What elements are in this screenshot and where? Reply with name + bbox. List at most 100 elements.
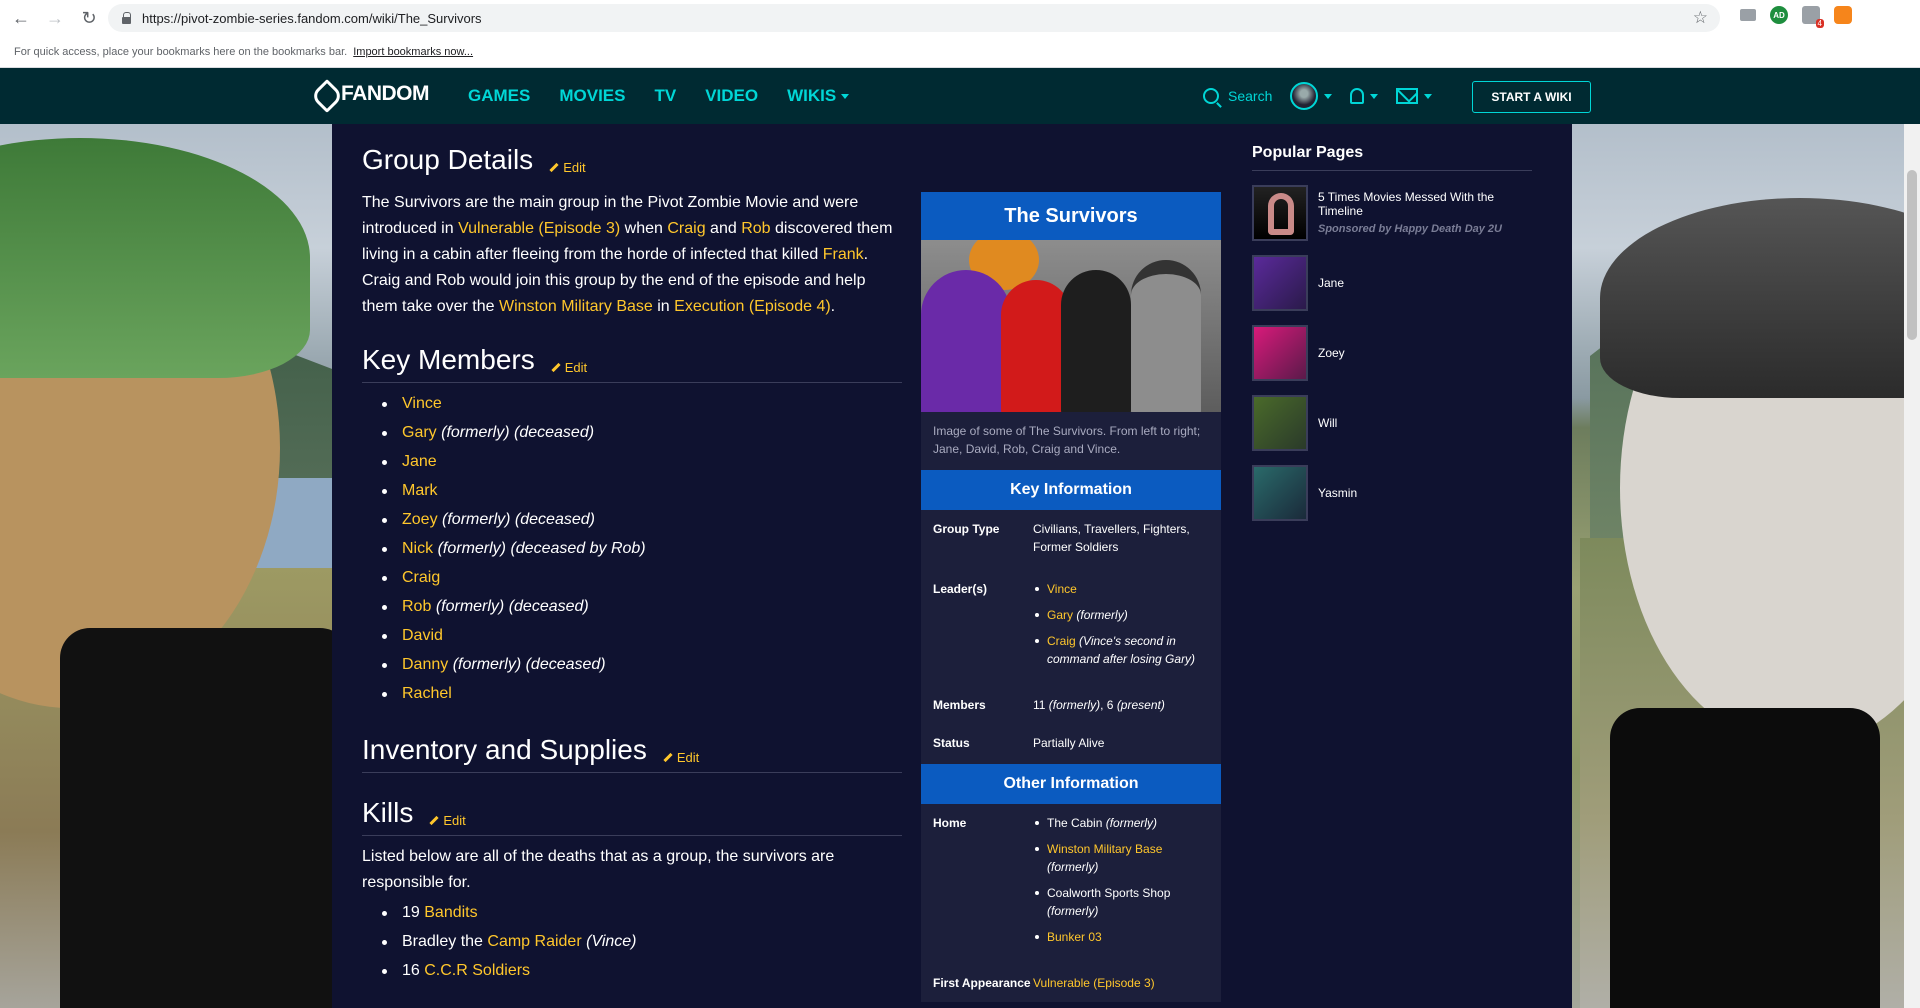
- scrollbar-thumb[interactable]: [1907, 170, 1917, 340]
- fox-extension-icon[interactable]: [1834, 6, 1852, 24]
- nav-link-tv[interactable]: TV: [654, 86, 676, 106]
- popular-pages-rail: Popular Pages 5 Times Movies Messed With…: [1252, 144, 1532, 521]
- bell-icon[interactable]: [1350, 88, 1365, 104]
- text: The Cabin: [1047, 816, 1106, 830]
- row-value: Partially Alive: [1033, 736, 1105, 750]
- member-link[interactable]: Zoey: [402, 511, 438, 528]
- forward-icon[interactable]: →: [42, 5, 68, 31]
- link-winston-military-base[interactable]: Winston Military Base: [1047, 842, 1162, 856]
- member-link[interactable]: Vince: [402, 395, 442, 412]
- popular-page-item[interactable]: Will: [1252, 395, 1532, 451]
- link-vince[interactable]: Vince: [1047, 582, 1077, 596]
- popular-page-title[interactable]: Yasmin: [1318, 486, 1357, 500]
- sponsor-text: Sponsored by Happy Death Day 2U: [1318, 223, 1502, 235]
- popular-page-title[interactable]: Will: [1318, 416, 1337, 430]
- link-rob[interactable]: Rob: [741, 220, 770, 237]
- edit-link[interactable]: Edit: [549, 160, 586, 175]
- member-link[interactable]: Gary: [402, 424, 437, 441]
- member-link[interactable]: Jane: [402, 453, 437, 470]
- lock-icon[interactable]: [122, 12, 132, 24]
- popular-page-item[interactable]: Zoey: [1252, 325, 1532, 381]
- chevron-down-icon[interactable]: [1424, 93, 1433, 99]
- page-scrollbar[interactable]: [1904, 124, 1920, 1008]
- fandom-heart-icon: [313, 82, 337, 106]
- url-text[interactable]: https://pivot-zombie-series.fandom.com/w…: [142, 11, 482, 26]
- link-craig[interactable]: Craig: [1047, 634, 1076, 648]
- popular-page-item[interactable]: Jane: [1252, 255, 1532, 311]
- back-icon[interactable]: ←: [8, 5, 34, 31]
- nav-link-movies[interactable]: MOVIES: [559, 86, 625, 106]
- thumbnail[interactable]: [1252, 465, 1308, 521]
- thumbnail[interactable]: [1252, 185, 1308, 241]
- text: when: [620, 220, 668, 237]
- bookmark-star-icon[interactable]: ☆: [1693, 8, 1708, 28]
- popular-page-title[interactable]: 5 Times Movies Messed With the Timeline: [1318, 190, 1532, 218]
- video-extension-icon[interactable]: [1740, 9, 1756, 21]
- link-craig[interactable]: Craig: [667, 220, 705, 237]
- member-link[interactable]: Mark: [402, 482, 438, 499]
- link-frank[interactable]: Frank: [823, 246, 864, 263]
- infobox-row-first-appearance: First Appearance Vulnerable (Episode 3): [921, 964, 1221, 1002]
- member-link[interactable]: Nick: [402, 540, 433, 557]
- chevron-down-icon: [841, 94, 850, 100]
- text: , 6: [1100, 698, 1117, 712]
- link-camp-raider[interactable]: Camp Raider: [487, 933, 581, 950]
- popular-page-title[interactable]: Zoey: [1318, 346, 1345, 360]
- import-bookmarks-link[interactable]: Import bookmarks now...: [353, 46, 473, 58]
- text: (formerly): [1047, 904, 1099, 918]
- fandom-logo[interactable]: FANDOM: [313, 82, 430, 106]
- edit-link[interactable]: Edit: [663, 750, 699, 765]
- group-details-paragraph: The Survivors are the main group in the …: [362, 190, 902, 320]
- chevron-down-icon[interactable]: [1370, 93, 1379, 99]
- popular-page-item[interactable]: Yasmin: [1252, 465, 1532, 521]
- list-item: Gary (formerly): [1033, 606, 1209, 624]
- adblock-extension-icon[interactable]: AD: [1770, 6, 1788, 24]
- list-item: Craig (Vince's second in command after l…: [1033, 632, 1209, 668]
- puzzle-extension-icon[interactable]: 4: [1802, 6, 1824, 28]
- member-note: (formerly) (deceased by Rob): [437, 540, 646, 557]
- nav-link-games[interactable]: GAMES: [468, 86, 530, 106]
- edit-link[interactable]: Edit: [429, 813, 466, 828]
- section-title: Key Members: [362, 344, 535, 375]
- popular-page-title[interactable]: Jane: [1318, 276, 1344, 290]
- link-ccr-soldiers[interactable]: C.C.R Soldiers: [424, 962, 530, 979]
- search-button[interactable]: Search: [1228, 88, 1272, 104]
- link-bandits[interactable]: Bandits: [424, 904, 477, 921]
- fandom-nav-right: Search: [1203, 68, 1433, 124]
- member-link[interactable]: Rachel: [402, 685, 452, 702]
- member-link[interactable]: Rob: [402, 598, 431, 615]
- thumbnail[interactable]: [1252, 325, 1308, 381]
- start-a-wiki-button[interactable]: START A WIKI: [1472, 81, 1591, 113]
- section-title: Group Details: [362, 144, 534, 175]
- chevron-down-icon[interactable]: [1324, 93, 1333, 99]
- popular-page-item[interactable]: 5 Times Movies Messed With the Timeline …: [1252, 185, 1532, 241]
- section-title: Kills: [362, 797, 414, 828]
- extension-badge: 4: [1815, 19, 1824, 28]
- thumbnail[interactable]: [1252, 395, 1308, 451]
- link-execution[interactable]: Execution (Episode 4): [674, 298, 831, 315]
- reload-icon[interactable]: ↻: [76, 5, 102, 31]
- infobox-image[interactable]: [921, 240, 1221, 412]
- link-bunker-03[interactable]: Bunker 03: [1047, 930, 1102, 944]
- search-icon[interactable]: [1203, 88, 1219, 104]
- member-link[interactable]: Craig: [402, 569, 440, 586]
- link-gary[interactable]: Gary: [1047, 608, 1073, 622]
- row-value: Vulnerable (Episode 3): [1033, 974, 1155, 992]
- member-link[interactable]: David: [402, 627, 443, 644]
- row-value: 11 (formerly), 6 (present): [1033, 696, 1165, 714]
- link-winston-military-base[interactable]: Winston Military Base: [499, 298, 653, 315]
- section-heading-inventory: Inventory and Supplies Edit: [362, 734, 902, 773]
- address-bar[interactable]: https://pivot-zombie-series.fandom.com/w…: [108, 4, 1720, 32]
- link-vulnerable[interactable]: Vulnerable (Episode 3): [458, 220, 620, 237]
- nav-link-wikis[interactable]: WIKIS: [787, 86, 850, 106]
- thumbnail[interactable]: [1252, 255, 1308, 311]
- link-vulnerable[interactable]: Vulnerable (Episode 3): [1033, 976, 1155, 990]
- user-avatar[interactable]: [1290, 82, 1319, 110]
- edit-link[interactable]: Edit: [551, 360, 587, 375]
- text: Coalworth Sports Shop: [1047, 886, 1171, 900]
- member-link[interactable]: Danny: [402, 656, 448, 673]
- nav-link-video[interactable]: VIDEO: [705, 86, 758, 106]
- background-character-hat-right: [1600, 198, 1920, 398]
- text: (formerly): [1048, 698, 1101, 712]
- mail-icon[interactable]: [1396, 88, 1419, 104]
